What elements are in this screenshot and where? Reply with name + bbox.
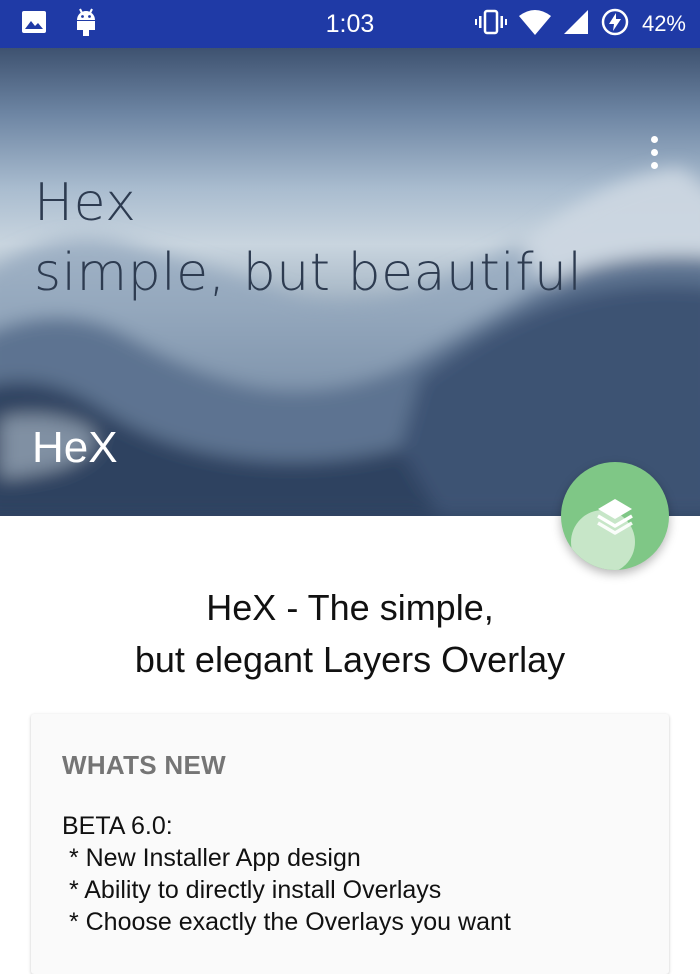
header-image: Hex simple, but beautiful HeX xyxy=(0,48,700,516)
layers-fab-button[interactable] xyxy=(561,462,669,570)
app-title: HeX xyxy=(32,423,118,472)
changelog-line: * Ability to directly install Overlays xyxy=(62,876,442,904)
battery-percentage: 42% xyxy=(641,11,686,36)
changelog-line: * Choose exactly the Overlays you want xyxy=(62,908,511,936)
signal-icon xyxy=(562,8,590,41)
overflow-menu-button[interactable] xyxy=(636,134,672,170)
card-title: WHATS NEW xyxy=(62,750,226,780)
header-tagline-line1: Hex xyxy=(34,173,137,233)
header-tagline: Hex simple, but beautiful xyxy=(34,168,582,308)
status-bar: 1:03 42% xyxy=(0,0,700,48)
layers-icon xyxy=(597,499,633,535)
page-headline: HeX - The simple, but elegant Layers Ove… xyxy=(0,582,700,686)
page-headline-line1: HeX - The simple, xyxy=(206,587,494,628)
wifi-icon xyxy=(518,8,552,41)
whats-new-card: WHATS NEW BETA 6.0: * New Installer App … xyxy=(31,714,669,974)
card-body: BETA 6.0: * New Installer App design * A… xyxy=(62,810,511,938)
more-vert-icon xyxy=(650,135,658,143)
status-bar-right-icons: 42% xyxy=(474,8,686,40)
header-tagline-line2: simple, but beautiful xyxy=(34,243,583,303)
changelog-line: BETA 6.0: xyxy=(62,812,173,840)
page-headline-line2: but elegant Layers Overlay xyxy=(134,639,566,680)
changelog-line: * New Installer App design xyxy=(62,844,361,872)
vibrate-icon xyxy=(474,8,508,41)
battery-saver-icon xyxy=(600,7,630,42)
